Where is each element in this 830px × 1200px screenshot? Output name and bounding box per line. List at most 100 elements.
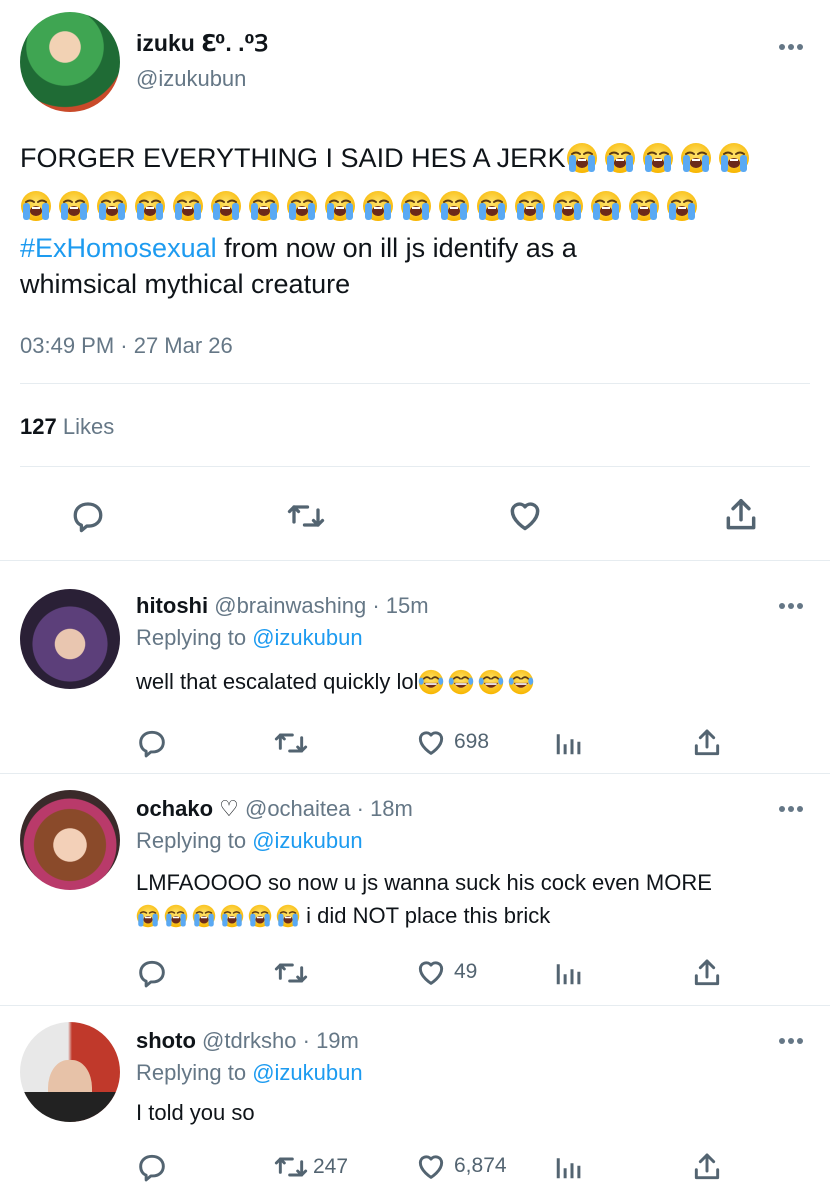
loudly-crying-emoji-icon	[96, 190, 128, 222]
avatar-izuku[interactable]	[20, 12, 120, 112]
avatar-ochako[interactable]	[20, 790, 120, 890]
like-button[interactable]: 49	[414, 956, 477, 988]
loudly-crying-emoji-icon	[58, 190, 90, 222]
like-icon	[418, 731, 444, 755]
tweet-text-line1: FORGER EVERYTHING I SAID HES A JERK	[20, 140, 750, 176]
tweet-text-line3: #ExHomosexual from now on ill js identif…	[20, 233, 577, 263]
like-button[interactable]: 6,874	[414, 1150, 507, 1182]
tweet-timestamp[interactable]: 03:49 PM · 27 Mar 26	[20, 333, 233, 359]
likes-stat[interactable]: 127 Likes	[20, 414, 114, 440]
reply-time[interactable]: · 19m	[303, 1028, 359, 1053]
reply-time[interactable]: · 15m	[372, 593, 428, 618]
more-options-icon[interactable]	[778, 42, 804, 52]
tears-of-joy-emoji-icon	[448, 669, 475, 695]
reply-header: shoto @tdrksho · 19m	[136, 1028, 359, 1054]
analytics-icon[interactable]	[553, 1152, 583, 1182]
handle[interactable]: @izukubun	[136, 66, 246, 92]
display-name[interactable]: izuku ℇ⁰. .⁰Ɜ	[136, 26, 268, 58]
loudly-crying-emoji-icon	[476, 190, 508, 222]
loudly-crying-emoji-icon	[628, 190, 660, 222]
tears-of-joy-emoji-icon	[418, 669, 445, 695]
tears-of-joy-emoji-icon	[478, 669, 505, 695]
like-count: 6,874	[454, 1154, 507, 1177]
reply-handle[interactable]: @brainwashing	[214, 593, 366, 618]
loudly-crying-emoji-icon	[172, 190, 204, 222]
like-icon	[418, 1155, 444, 1179]
share-icon[interactable]	[691, 957, 723, 989]
loudly-crying-emoji-icon	[438, 190, 470, 222]
likes-count: 127	[20, 414, 57, 439]
loudly-crying-emoji-icon	[400, 190, 432, 222]
reply-display-name[interactable]: ochako ♡	[136, 796, 239, 821]
replying-to: Replying to @izukubun	[136, 625, 363, 650]
loudly-crying-emoji-icon	[164, 904, 188, 928]
share-icon[interactable]	[722, 496, 760, 534]
loudly-crying-emoji-icon	[362, 190, 394, 222]
divider	[0, 1005, 830, 1006]
loudly-crying-emoji-icon	[717, 142, 750, 174]
reply-header: hitoshi @brainwashing · 15m	[136, 593, 429, 619]
reply-text: I told you so	[136, 1100, 255, 1125]
retweet-button[interactable]: 247	[273, 1151, 348, 1183]
replying-to-link[interactable]: @izukubun	[252, 828, 362, 853]
reply-handle[interactable]: @ochaitea	[245, 796, 351, 821]
reply-display-name[interactable]: shoto	[136, 1028, 196, 1053]
loudly-crying-emoji-icon	[248, 904, 272, 928]
like-icon[interactable]	[505, 496, 545, 534]
hashtag-link[interactable]: #ExHomosexual	[20, 233, 217, 263]
more-options-icon[interactable]	[778, 804, 804, 814]
loudly-crying-emoji-icon	[286, 190, 318, 222]
retweet-count: 247	[313, 1155, 349, 1178]
loudly-crying-emoji-icon	[641, 142, 674, 174]
like-count: 49	[454, 960, 478, 983]
loudly-crying-emoji-icon	[210, 190, 242, 222]
loudly-crying-emoji-icon	[20, 190, 52, 222]
divider	[0, 773, 830, 774]
loudly-crying-emoji-icon	[324, 190, 356, 222]
tears-of-joy-emoji-icon	[508, 669, 535, 695]
divider	[20, 383, 810, 384]
replying-to: Replying to @izukubun	[136, 828, 363, 853]
share-icon[interactable]	[691, 727, 723, 759]
more-options-icon[interactable]	[778, 1036, 804, 1046]
loudly-crying-emoji-icon	[552, 190, 584, 222]
reply-handle[interactable]: @tdrksho	[202, 1028, 296, 1053]
divider	[0, 560, 830, 561]
loudly-crying-emoji-icon	[514, 190, 546, 222]
loudly-crying-emoji-icon	[603, 142, 636, 174]
retweet-icon[interactable]	[273, 727, 309, 759]
reply-text-line2: i did NOT place this brick	[136, 903, 550, 929]
likes-label: Likes	[62, 414, 115, 439]
reply-icon[interactable]	[136, 957, 168, 989]
tweet-emoji-line2	[20, 190, 698, 222]
avatar-hitoshi[interactable]	[20, 589, 120, 689]
loudly-crying-emoji-icon	[666, 190, 698, 222]
like-count: 698	[454, 730, 490, 753]
reply-display-name[interactable]: hitoshi	[136, 593, 208, 618]
analytics-icon[interactable]	[553, 728, 583, 758]
reply-time[interactable]: · 18m	[357, 796, 413, 821]
like-button[interactable]: 698	[414, 726, 489, 758]
more-options-icon[interactable]	[778, 601, 804, 611]
loudly-crying-emoji-icon	[276, 904, 300, 928]
retweet-icon[interactable]	[286, 498, 326, 534]
avatar-shoto[interactable]	[20, 1022, 120, 1122]
retweet-icon	[274, 1157, 308, 1177]
share-icon[interactable]	[691, 1151, 723, 1183]
reply-icon[interactable]	[136, 1151, 168, 1183]
retweet-icon[interactable]	[273, 957, 309, 989]
reply-icon[interactable]	[136, 727, 168, 759]
analytics-icon[interactable]	[553, 958, 583, 988]
loudly-crying-emoji-icon	[248, 190, 280, 222]
loudly-crying-emoji-icon	[220, 904, 244, 928]
replying-to: Replying to @izukubun	[136, 1060, 363, 1085]
loudly-crying-emoji-icon	[679, 142, 712, 174]
tweet-text-line4: whimsical mythical creature	[20, 269, 351, 299]
loudly-crying-emoji-icon	[590, 190, 622, 222]
reply-icon[interactable]	[70, 498, 106, 534]
divider	[20, 466, 810, 467]
replying-to-link[interactable]: @izukubun	[252, 625, 362, 650]
loudly-crying-emoji-icon	[192, 904, 216, 928]
reply-header: ochako ♡ @ochaitea · 18m	[136, 796, 413, 822]
replying-to-link[interactable]: @izukubun	[252, 1060, 362, 1085]
